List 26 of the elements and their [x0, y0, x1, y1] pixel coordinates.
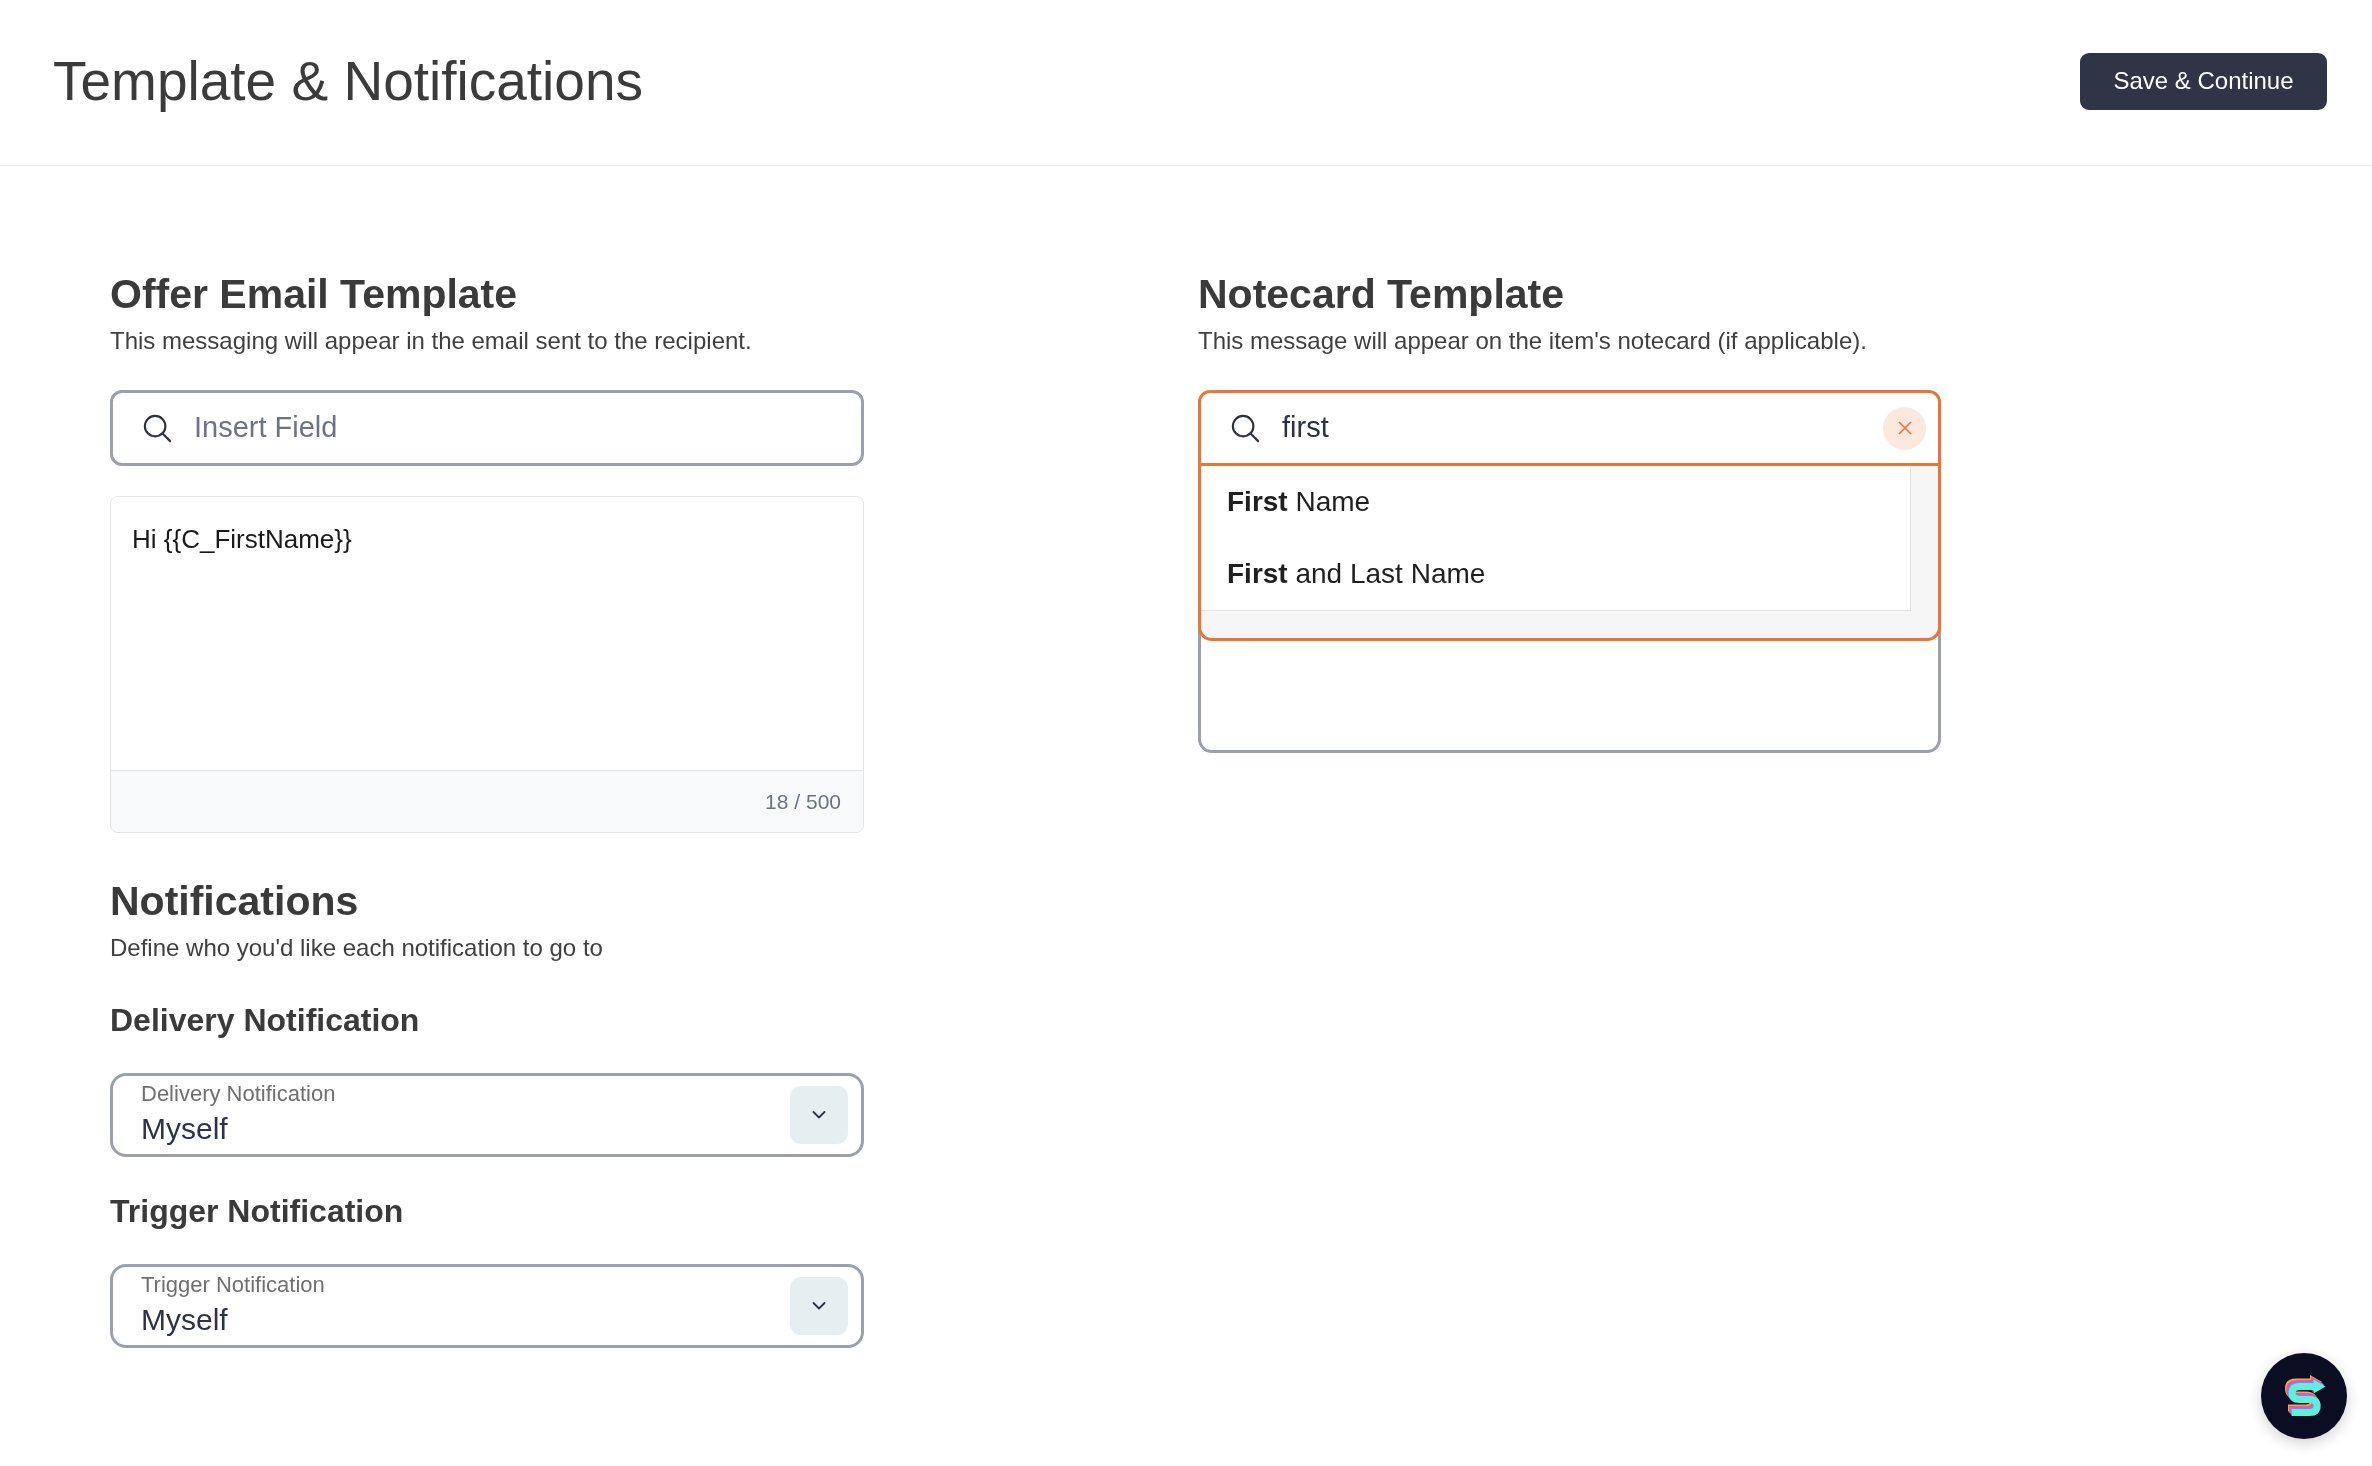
search-icon [142, 413, 172, 443]
search-field[interactable]: Insert Field [110, 390, 864, 466]
text-editor[interactable]: Hi {{C_FirstName}} 18 / 500 [110, 496, 864, 833]
search-input[interactable]: first [1282, 406, 1861, 450]
select-field[interactable]: Delivery Notification Myself [110, 1073, 864, 1157]
suggestion-item[interactable]: First Name [1201, 466, 1910, 538]
search-input[interactable]: Insert Field [194, 406, 849, 450]
section-description: This message will appear on the item's notecard (if applicable). [1198, 326, 1868, 356]
page-title: Template & Notifications [53, 48, 643, 114]
section-title: Notecard Template [1198, 270, 1566, 319]
suggestion-item[interactable]: First and Last Name [1201, 538, 1910, 610]
search-field[interactable]: first [1198, 390, 1941, 466]
section-title: Offer Email Template [110, 270, 519, 319]
section-description: Define who you'd like each notification to go to [110, 933, 604, 963]
section-title: Notifications [110, 877, 360, 926]
select-field[interactable]: Trigger Notification Myself [110, 1264, 864, 1348]
close-icon [1897, 421, 1912, 435]
notification-heading: Delivery Notification [110, 1001, 421, 1040]
chevron-down-icon [790, 1086, 848, 1144]
launcher-button[interactable] [2261, 1353, 2347, 1439]
save-button[interactable]: Save & Continue [2080, 52, 2327, 110]
search-icon [1230, 413, 1260, 443]
section-description: This messaging will appear in the email sent to the recipient. [110, 326, 753, 356]
chevron-down-icon [790, 1277, 848, 1335]
notification-heading: Trigger Notification [110, 1192, 405, 1231]
character-count: 18 / 500 [765, 788, 841, 815]
